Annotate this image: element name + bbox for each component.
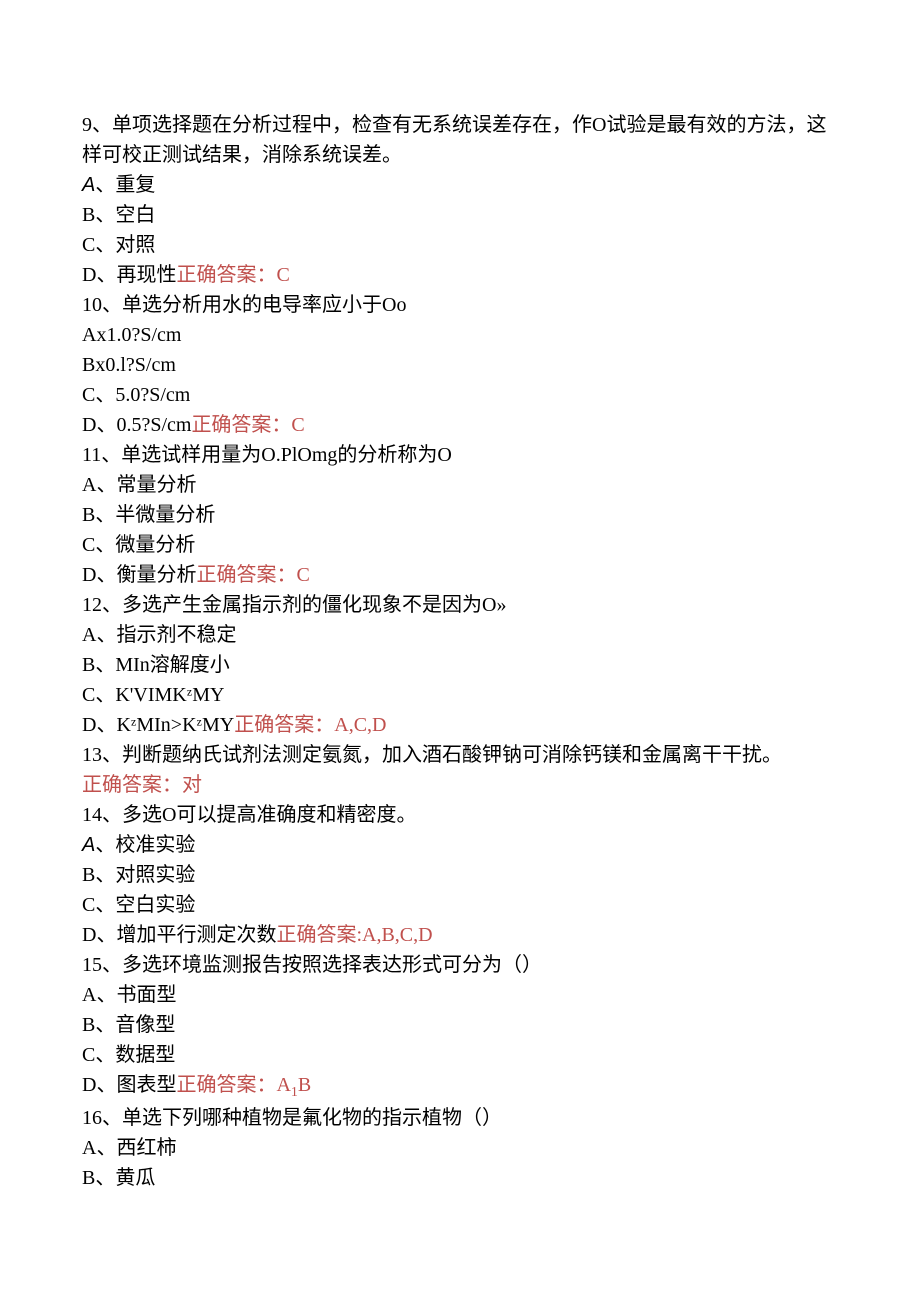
q12-prompt: 12、多选产生金属指示剂的僵化现象不是因为O» (82, 590, 838, 620)
q15-answer: 正确答案：A1B (176, 1074, 311, 1096)
q16-option-a: A、西红柿 (82, 1133, 838, 1163)
q11-option-d-text: D、衡量分析 (82, 564, 196, 586)
q9-answer: 正确答案：C (176, 264, 289, 286)
italic-letter: A (82, 834, 95, 856)
q15-option-c: C、数据型 (82, 1040, 838, 1070)
q9-prompt: 9、单项选择题在分析过程中，检查有无系统误差存在，作O试验是最有效的方法，这样可… (82, 110, 838, 170)
q15-prompt: 15、多选环境监测报告按照选择表达形式可分为（） (82, 950, 838, 980)
q11-option-b: B、半微量分析 (82, 500, 838, 530)
q12-option-b: B、MIn溶解度小 (82, 650, 838, 680)
italic-letter: A (82, 174, 95, 196)
q14-option-d-text: D、增加平行测定次数 (82, 924, 276, 946)
q14-option-d: D、增加平行测定次数正确答案:A,B,C,D (82, 920, 838, 950)
q14-option-a-text: 、校准实验 (95, 834, 195, 856)
q14-prompt: 14、多选O可以提高准确度和精密度。 (82, 800, 838, 830)
q14-option-b: B、对照实验 (82, 860, 838, 890)
q12-option-a: A、指示剂不稳定 (82, 620, 838, 650)
q16-prompt: 16、单选下列哪种植物是氟化物的指示植物（） (82, 1103, 838, 1133)
q15-option-a: A、书面型 (82, 980, 838, 1010)
q16-option-b: B、黄瓜 (82, 1163, 838, 1193)
q11-option-d: D、衡量分析正确答案：C (82, 560, 838, 590)
q15-option-d-text: D、图表型 (82, 1074, 176, 1096)
q10-option-d-text: D、0.5?S/cm (82, 414, 191, 436)
q15-answer-sub: 1 (291, 1085, 298, 1100)
q12-option-d-text: D、KᶻMIn>KᶻMY (82, 714, 234, 736)
q10-answer: 正确答案：C (191, 414, 304, 436)
q13-answer: 正确答案：对 (82, 770, 838, 800)
q10-option-a: Ax1.0?S/cm (82, 320, 838, 350)
q11-prompt: 11、单选试样用量为O.PlOmg的分析称为O (82, 440, 838, 470)
q10-option-c: C、5.0?S/cm (82, 380, 838, 410)
q10-option-b: Bx0.l?S/cm (82, 350, 838, 380)
q12-option-d: D、KᶻMIn>KᶻMY正确答案：A,C,D (82, 710, 838, 740)
q9-option-a: A、重复 (82, 170, 838, 200)
q15-answer-tail: B (298, 1074, 311, 1096)
q9-option-d-text: D、再现性 (82, 264, 176, 286)
q12-option-c: C、K'VIMKᶻMY (82, 680, 838, 710)
q15-option-b: B、音像型 (82, 1010, 838, 1040)
q15-option-d: D、图表型正确答案：A1B (82, 1070, 838, 1103)
q11-option-a: A、常量分析 (82, 470, 838, 500)
q10-option-d: D、0.5?S/cm正确答案：C (82, 410, 838, 440)
q9-option-d: D、再现性正确答案：C (82, 260, 838, 290)
q14-option-c: C、空白实验 (82, 890, 838, 920)
q9-option-c: C、对照 (82, 230, 838, 260)
q14-answer: 正确答案:A,B,C,D (276, 924, 432, 946)
q9-option-b: B、空白 (82, 200, 838, 230)
q13-prompt: 13、判断题纳氏试剂法测定氨氮，加入酒石酸钾钠可消除钙镁和金属离干干扰。 (82, 740, 838, 770)
q15-answer-head: 正确答案：A (176, 1074, 290, 1096)
q12-answer: 正确答案：A,C,D (234, 714, 386, 736)
q9-option-a-text: 、重复 (95, 174, 155, 196)
q10-prompt: 10、单选分析用水的电导率应小于Oo (82, 290, 838, 320)
q11-option-c: C、微量分析 (82, 530, 838, 560)
q14-option-a: A、校准实验 (82, 830, 838, 860)
q11-answer: 正确答案：C (196, 564, 309, 586)
